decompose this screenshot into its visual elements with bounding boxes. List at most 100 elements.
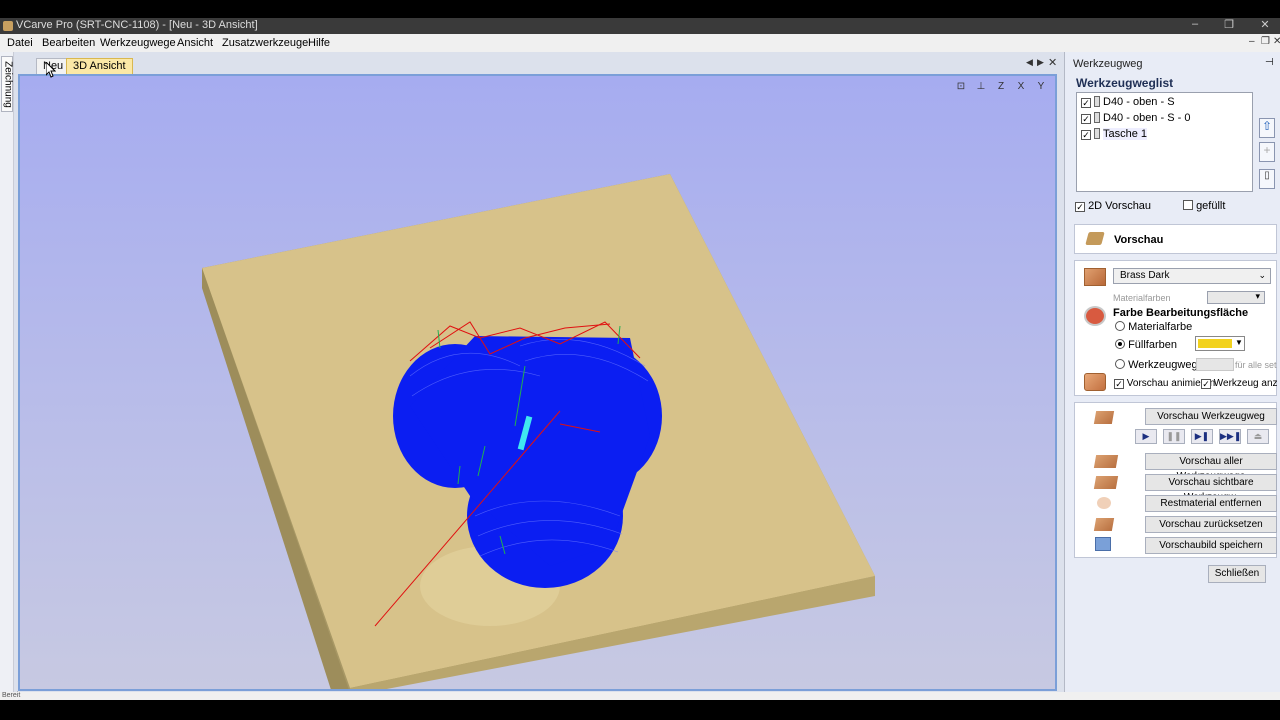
3d-viewport[interactable] [18, 74, 1057, 691]
window-title: VCarve Pro (SRT-CNC-1108) - [Neu - 3D An… [16, 19, 258, 31]
close-window-button[interactable]: ✕ [1252, 18, 1278, 31]
tool-icon [1094, 112, 1100, 123]
preview-toolpath-button[interactable]: Vorschau Werkzeugweg [1145, 408, 1277, 425]
reset-preview-button[interactable]: Vorschau zurücksetzen [1145, 516, 1277, 533]
skip-end-icon[interactable]: ▶▶❚ [1219, 429, 1241, 444]
view-x-icon[interactable]: X [1012, 81, 1030, 97]
top-black-bar [0, 0, 1280, 18]
title-bar: VCarve Pro (SRT-CNC-1108) - [Neu - 3D An… [0, 18, 1280, 34]
step-icon[interactable]: ▶❚ [1191, 429, 1213, 444]
menu-ansicht[interactable]: Ansicht [177, 37, 213, 49]
menu-zusatzwerkzeuge[interactable]: Zusatzwerkzeuge [222, 37, 308, 49]
app-icon [3, 21, 13, 31]
status-bar: Bereit [0, 692, 1280, 700]
preview-2d-label: 2D Vorschau [1088, 200, 1152, 212]
save-image-icon [1095, 537, 1111, 551]
tool-icon [1094, 96, 1100, 107]
zoom-extents-icon[interactable]: ⊡ [952, 81, 970, 97]
set-for-all-button[interactable]: für alle setzen [1235, 360, 1277, 370]
view-z-icon[interactable]: Z [992, 81, 1010, 97]
menu-bearbeiten[interactable]: Bearbeiten [42, 37, 95, 49]
move-up-button[interactable]: ⇧ [1259, 118, 1275, 138]
preview-visible-icon [1093, 476, 1119, 489]
filled-checkbox[interactable] [1183, 200, 1193, 210]
fill-color-swatch [1198, 339, 1232, 348]
preview-toolpath-icon [1093, 411, 1115, 424]
menu-werkzeugwege[interactable]: Werkzeugwege [100, 37, 176, 49]
menu-datei[interactable]: Datei [7, 37, 33, 49]
status-text: Bereit [2, 692, 21, 699]
toolpath-name: Tasche 1 [1103, 128, 1148, 140]
preview-all-button[interactable]: Vorschau aller Werkzeugwege [1145, 453, 1277, 482]
menu-hilfe[interactable]: Hilfe [308, 37, 330, 49]
toolpath-item[interactable]: ✓ D40 - oben - S - 0 [1081, 112, 1190, 127]
radio-button[interactable] [1115, 339, 1125, 349]
panel-header: Werkzeugweg [1073, 58, 1143, 70]
remove-rest-button[interactable]: Restmaterial entfernen [1145, 495, 1277, 512]
fill-color-picker[interactable]: ▼ [1195, 336, 1245, 351]
remove-rest-icon [1097, 497, 1111, 509]
surface-color-icon [1084, 306, 1106, 326]
material-group: Brass Dark ⌄ Materialfarben ▾ Farbe Bear… [1074, 260, 1277, 396]
pin-icon[interactable]: ⊣ [1265, 57, 1274, 68]
mdi-restore-button[interactable]: ❐ [1261, 36, 1270, 47]
toolpath-list-title: Werkzeugweglist [1076, 76, 1174, 90]
playback-controls: ▶ ❚❚ ▶❚ ▶▶❚ ⏏ [1135, 429, 1275, 444]
preview-icon [1085, 232, 1105, 245]
preview-section-header[interactable]: Vorschau [1074, 224, 1277, 254]
mdi-minimize-button[interactable]: – [1249, 36, 1255, 47]
maximize-button[interactable]: ❐ [1216, 18, 1242, 31]
iso-view-icon[interactable]: ⊥ [972, 81, 990, 97]
drawing-tab-label: Zeichnung [2, 61, 14, 108]
material-icon [1084, 268, 1106, 286]
mouse-cursor-icon [46, 62, 56, 78]
mdi-close-button[interactable]: ✕ [1273, 36, 1280, 47]
preview-2d-checkbox[interactable]: ✓ [1075, 202, 1085, 212]
toolpath-panel: Werkzeugweg ⊣ Werkzeugweglist ✓ D40 - obe… [1064, 52, 1280, 692]
add-button[interactable]: + [1259, 142, 1275, 162]
material-select[interactable]: Brass Dark ⌄ [1113, 268, 1271, 284]
filled-option[interactable]: gefüllt [1183, 200, 1225, 212]
show-tool-checkbox[interactable]: ✓ [1201, 379, 1211, 389]
tab-3d-ansicht[interactable]: 3D Ansicht [66, 58, 133, 74]
animate-checkbox[interactable]: ✓ [1114, 379, 1124, 389]
tab-scroll-right-icon[interactable]: ▶ [1037, 57, 1044, 68]
preview-2d-option[interactable]: ✓ 2D Vorschau [1075, 200, 1151, 212]
preview-visible-button[interactable]: Vorschau sichtbare Werkzeugw. [1145, 474, 1277, 503]
radio-material-color[interactable]: Materialfarbe [1115, 321, 1192, 333]
show-tool-option[interactable]: ✓ Werkzeug anzeigen [1201, 378, 1277, 389]
menu-bar: Datei Bearbeiten Werkzeugwege Ansicht Zu… [0, 34, 1064, 52]
eject-icon[interactable]: ⏏ [1247, 429, 1269, 444]
toolpath-checkbox[interactable]: ✓ [1081, 130, 1091, 140]
radio-button[interactable] [1115, 321, 1125, 331]
menubar-right [1064, 34, 1280, 52]
material-colors-select[interactable]: ▾ [1207, 291, 1265, 304]
chevron-down-icon: ▼ [1235, 338, 1243, 347]
pause-icon[interactable]: ❚❚ [1163, 429, 1185, 444]
toolpath-checkbox[interactable]: ✓ [1081, 114, 1091, 124]
preview-all-icon [1093, 455, 1119, 468]
toolpath-checkbox[interactable]: ✓ [1081, 98, 1091, 108]
material-selected: Brass Dark [1120, 270, 1170, 281]
save-image-button[interactable]: Vorschaubild speichern [1145, 537, 1277, 554]
radio-fill-colors[interactable]: Füllfarben [1115, 339, 1177, 351]
tab-scroll-left-icon[interactable]: ◀ [1026, 57, 1033, 68]
animate-icon [1084, 373, 1106, 391]
minimize-button[interactable]: – [1182, 18, 1208, 30]
delete-button[interactable]: ▯ [1259, 169, 1275, 189]
radio-label: Materialfarbe [1128, 321, 1193, 333]
bottom-black-bar [0, 700, 1280, 720]
tab-close-icon[interactable]: ✕ [1048, 56, 1057, 69]
play-icon[interactable]: ▶ [1135, 429, 1157, 444]
close-button[interactable]: Schließen [1208, 565, 1266, 583]
radio-label: Füllfarben [1128, 339, 1177, 351]
drawing-tab[interactable]: Zeichnung [1, 56, 14, 112]
show-tool-label: Werkzeug anzeigen [1213, 378, 1277, 389]
animate-option[interactable]: ✓ Vorschau animieren [1114, 378, 1215, 389]
view-y-icon[interactable]: Y [1032, 81, 1050, 97]
toolpath-name: D40 - oben - S - 0 [1103, 112, 1191, 124]
toolpath-color-box[interactable] [1196, 358, 1234, 371]
radio-button[interactable] [1115, 359, 1125, 369]
toolpath-item[interactable]: ✓ Tasche 1 [1081, 128, 1148, 143]
toolpath-item[interactable]: ✓ D40 - oben - S [1081, 96, 1175, 111]
